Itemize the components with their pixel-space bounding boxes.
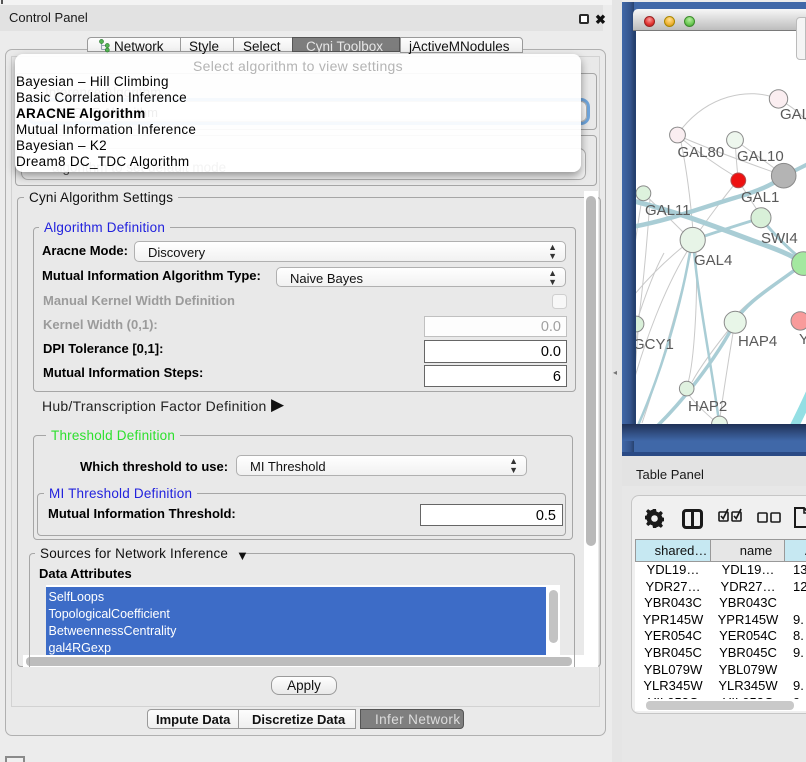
svg-text:YE: YE	[799, 331, 806, 348]
svg-text:SWI4: SWI4	[761, 230, 798, 247]
svg-text:GAL10: GAL10	[737, 148, 784, 165]
svg-text:GAL4: GAL4	[694, 252, 732, 269]
svg-text:GAL80: GAL80	[678, 144, 725, 161]
svg-text:GAL11: GAL11	[645, 202, 691, 219]
svg-text:GCY1: GCY1	[636, 336, 674, 353]
svg-text:HAP4: HAP4	[738, 333, 777, 350]
svg-text:GAL1: GAL1	[741, 189, 779, 206]
svg-text:HAP2: HAP2	[688, 398, 727, 415]
svg-text:GAL7: GAL7	[780, 106, 806, 123]
